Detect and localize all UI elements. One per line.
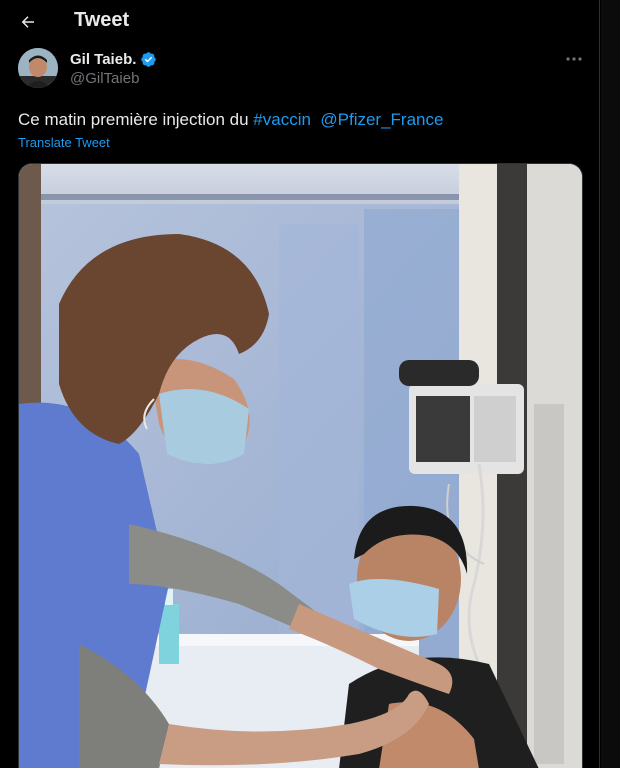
avatar-image [18,48,58,88]
hashtag-link[interactable]: #vaccin [253,110,311,129]
verified-badge-icon [141,52,157,67]
photo-vaccination [19,164,582,768]
more-options-button[interactable] [562,50,586,68]
back-button[interactable] [12,6,44,38]
translate-tweet-link[interactable]: Translate Tweet [18,135,110,150]
mention-link[interactable]: @Pfizer_France [320,110,443,129]
tweet-photo[interactable] [18,163,583,768]
author-name-row[interactable]: Gil Taieb. [70,51,157,68]
header-bar: Tweet [0,0,600,42]
tweet-text: Ce matin première injection du #vaccin @… [18,109,443,131]
arrow-left-icon [21,16,34,28]
tweet-column: Tweet Gil Taieb. @GilTaieb Ce matin prem… [0,0,600,768]
more-horizontal-icon [566,57,582,61]
page-title: Tweet [74,9,130,31]
display-name[interactable]: Gil Taieb. [70,51,136,68]
scrollbar[interactable] [601,0,620,768]
author-handle[interactable]: @GilTaieb [70,70,139,87]
avatar[interactable] [18,48,58,88]
tweet-text-body: Ce matin première injection du [18,110,254,129]
